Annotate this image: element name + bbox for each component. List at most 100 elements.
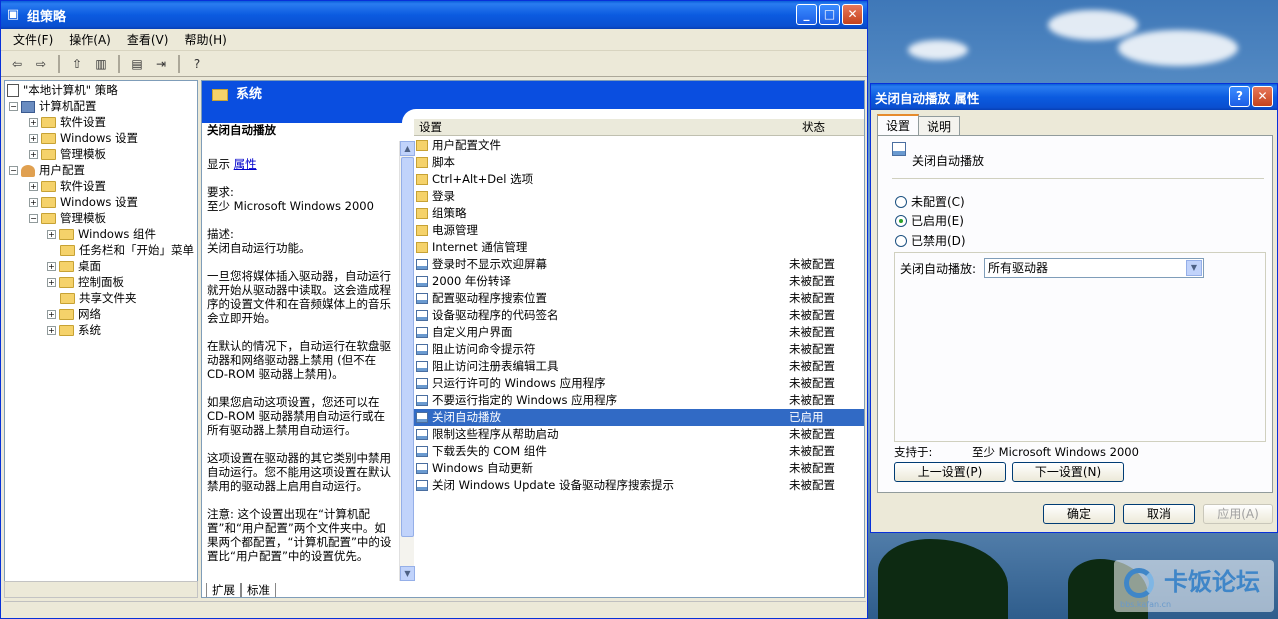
list-setting-row[interactable]: 关闭自动播放 已启用 [414, 409, 864, 426]
autoplay-drive-select[interactable]: 所有驱动器 ▼ [984, 258, 1204, 278]
radio-disabled[interactable]: 已禁用(D) [895, 233, 966, 249]
list-setting-row[interactable]: 限制这些程序从帮助启动 未被配置 [414, 426, 864, 443]
expand-icon[interactable]: + [29, 198, 38, 207]
tree-horizontal-scrollbar[interactable] [4, 581, 198, 598]
tree-user-config[interactable]: − 用户配置 [9, 162, 85, 178]
tree-uc-admin[interactable]: − 管理模板 [29, 210, 106, 226]
scroll-up-icon[interactable]: ▲ [400, 141, 415, 156]
expand-icon[interactable]: + [47, 262, 56, 271]
radio-not-configured[interactable]: 未配置(C) [895, 194, 965, 210]
list-folder-row[interactable]: Internet 通信管理 [414, 239, 864, 256]
list-setting-row[interactable]: 2000 年份转译 未被配置 [414, 273, 864, 290]
group-policy-window: ▣ 组策略 _ □ ✕ 文件(F) 操作(A) 查看(V) 帮助(H) ⇦ ⇨ … [0, 0, 868, 619]
chevron-down-icon[interactable]: ▼ [1186, 260, 1202, 276]
row-name: 用户配置文件 [432, 138, 501, 152]
dialog-close-button[interactable]: ✕ [1252, 86, 1273, 107]
column-header-state[interactable]: 状态 [764, 119, 864, 136]
list-setting-row[interactable]: 下载丢失的 COM 组件 未被配置 [414, 443, 864, 460]
tree-uc-desktop[interactable]: + 桌面 [47, 258, 101, 274]
tab-extended[interactable]: 扩展 [206, 583, 241, 597]
title-bar[interactable]: ▣ 组策略 _ □ ✕ [1, 1, 867, 29]
list-setting-row[interactable]: 登录时不显示欢迎屏幕 未被配置 [414, 256, 864, 273]
expand-icon[interactable]: + [29, 182, 38, 191]
dialog-title-bar[interactable]: 关闭自动播放 属性 ? ✕ [871, 84, 1277, 110]
list-setting-row[interactable]: 自定义用户界面 未被配置 [414, 324, 864, 341]
list-folder-row[interactable]: 用户配置文件 [414, 137, 864, 154]
export-list-icon[interactable]: ⇥ [151, 54, 171, 74]
up-folder-icon[interactable]: ⇧ [67, 54, 87, 74]
show-tree-icon[interactable]: ▥ [91, 54, 111, 74]
list-folder-row[interactable]: 电源管理 [414, 222, 864, 239]
help-icon[interactable]: ? [187, 54, 207, 74]
apply-button[interactable]: 应用(A) [1203, 504, 1273, 524]
radio-enabled[interactable]: 已启用(E) [895, 213, 964, 229]
cancel-button[interactable]: 取消 [1123, 504, 1195, 524]
expand-icon[interactable]: + [29, 150, 38, 159]
tree-uc-shared[interactable]: 共享文件夹 [60, 290, 137, 306]
collapse-icon[interactable]: − [9, 102, 18, 111]
expand-icon[interactable]: + [47, 310, 56, 319]
tree-cc-software[interactable]: + 软件设置 [29, 114, 106, 130]
expand-icon[interactable]: + [47, 326, 56, 335]
forward-icon[interactable]: ⇨ [31, 54, 51, 74]
dialog-help-button[interactable]: ? [1229, 86, 1250, 107]
expand-icon[interactable]: + [29, 118, 38, 127]
collapse-icon[interactable]: − [9, 166, 18, 175]
back-icon[interactable]: ⇦ [7, 54, 27, 74]
tree-computer-config[interactable]: − 计算机配置 [9, 98, 97, 114]
list-setting-row[interactable]: 阻止访问命令提示符 未被配置 [414, 341, 864, 358]
list-setting-row[interactable]: Windows 自动更新 未被配置 [414, 460, 864, 477]
scroll-thumb[interactable] [401, 157, 414, 537]
tab-settings[interactable]: 设置 [877, 114, 920, 137]
expand-icon[interactable]: + [47, 230, 56, 239]
properties-link[interactable]: 属性 [234, 157, 257, 171]
policy-icon [7, 84, 19, 97]
list-setting-row[interactable]: 不要运行指定的 Windows 应用程序 未被配置 [414, 392, 864, 409]
tree-uc-taskbar[interactable]: 任务栏和「开始」菜单 [60, 242, 194, 258]
list-setting-row[interactable]: 只运行许可的 Windows 应用程序 未被配置 [414, 375, 864, 392]
tree-uc-windows[interactable]: + Windows 设置 [29, 194, 138, 210]
maximize-button[interactable]: □ [819, 4, 840, 25]
tree-uc-software[interactable]: + 软件设置 [29, 178, 106, 194]
folder-icon [41, 133, 56, 144]
minimize-button[interactable]: _ [796, 4, 817, 25]
properties-icon[interactable]: ▤ [127, 54, 147, 74]
list-folder-row[interactable]: 脚本 [414, 154, 864, 171]
menu-help[interactable]: 帮助(H) [176, 31, 234, 48]
column-header-setting[interactable]: 设置 [414, 119, 764, 136]
tree-uc-network[interactable]: + 网络 [47, 306, 101, 322]
list-setting-row[interactable]: 设备驱动程序的代码签名 未被配置 [414, 307, 864, 324]
expand-icon[interactable]: + [29, 134, 38, 143]
ok-button[interactable]: 确定 [1043, 504, 1115, 524]
menu-view[interactable]: 查看(V) [119, 31, 177, 48]
next-setting-button[interactable]: 下一设置(N) [1012, 462, 1124, 482]
menu-file[interactable]: 文件(F) [5, 31, 61, 48]
tree-cc-admin[interactable]: + 管理模板 [29, 146, 106, 162]
tab-standard[interactable]: 标准 [241, 583, 276, 597]
close-button[interactable]: ✕ [842, 4, 863, 25]
expand-icon[interactable]: + [47, 278, 56, 287]
status-bar [4, 601, 866, 617]
tree-uc-control[interactable]: + 控制面板 [47, 274, 124, 290]
previous-setting-button[interactable]: 上一设置(P) [894, 462, 1006, 482]
list-folder-row[interactable]: 登录 [414, 188, 864, 205]
list-setting-row[interactable]: 阻止访问注册表编辑工具 未被配置 [414, 358, 864, 375]
row-name: 限制这些程序从帮助启动 [432, 427, 559, 441]
tree-uc-components[interactable]: + Windows 组件 [47, 226, 156, 242]
description-panel: 关闭自动播放 显示 属性 要求: 至少 Microsoft Windows 200… [207, 123, 394, 577]
menu-action[interactable]: 操作(A) [61, 31, 119, 48]
group-policy-icon: ▣ [6, 7, 20, 22]
list-folder-row[interactable]: Ctrl+Alt+Del 选项 [414, 171, 864, 188]
scroll-down-icon[interactable]: ▼ [400, 566, 415, 581]
list-folder-row[interactable]: 组策略 [414, 205, 864, 222]
desc-display: 显示 属性 [207, 157, 257, 171]
list-setting-row[interactable]: 配置驱动程序搜索位置 未被配置 [414, 290, 864, 307]
tree-root[interactable]: "本地计算机" 策略 [7, 82, 118, 98]
folder-icon [41, 149, 56, 160]
tree-uc-system[interactable]: + 系统 [47, 322, 101, 338]
list-setting-row[interactable]: 关闭 Windows Update 设备驱动程序搜索提示 未被配置 [414, 477, 864, 494]
tree-cc-windows[interactable]: + Windows 设置 [29, 130, 138, 146]
collapse-icon[interactable]: − [29, 214, 38, 223]
description-scrollbar[interactable]: ▲ ▼ [399, 141, 415, 581]
desc-title: 关闭自动播放 [207, 123, 276, 137]
